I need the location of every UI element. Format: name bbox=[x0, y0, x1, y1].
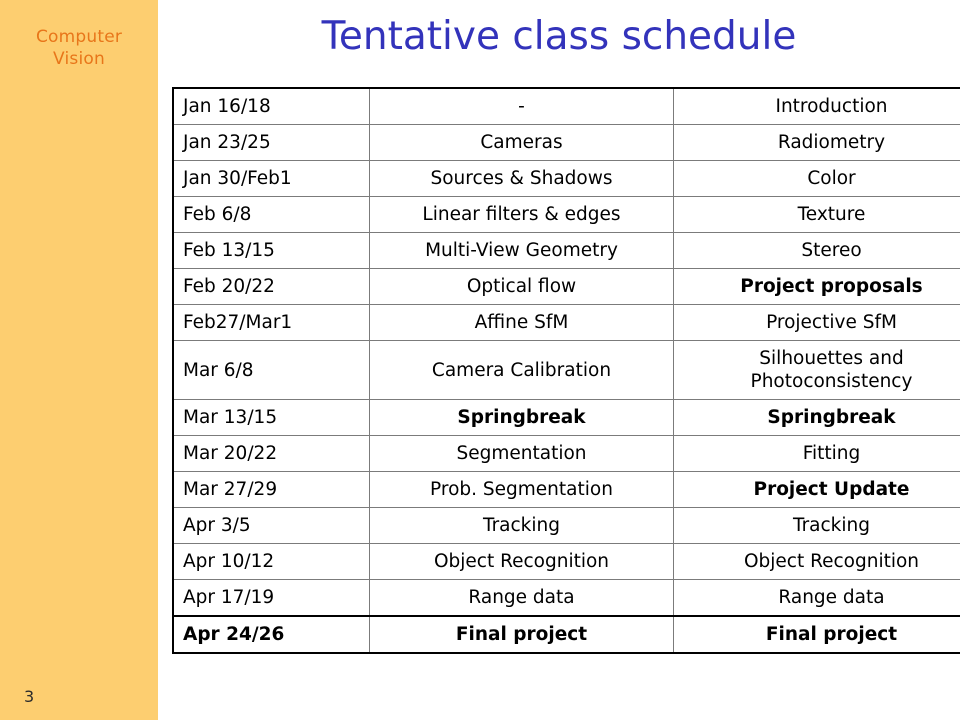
slide: Computer Vision 3 Tentative class schedu… bbox=[0, 0, 960, 720]
schedule-cell-monday: Optical flow bbox=[369, 268, 674, 305]
table-row: Feb27/Mar1 Affine SfM Projective SfM bbox=[172, 304, 960, 341]
page-title: Tentative class schedule bbox=[321, 14, 797, 59]
schedule-cell-wednesday: Stereo bbox=[673, 232, 960, 269]
schedule-cell-monday: Multi-View Geometry bbox=[369, 232, 674, 269]
table-row: Apr 10/12 Object Recognition Object Recogn… bbox=[172, 543, 960, 580]
schedule-cell-monday: Camera Calibration bbox=[369, 340, 674, 400]
schedule-cell-date: Mar 27/29 bbox=[172, 471, 370, 508]
schedule-table-wrapper: Jan 16/18- Introduction Jan 23/25 Cameras Ra… bbox=[172, 87, 960, 654]
table-row: Mar 13/15 Springbreak Springbreak bbox=[172, 399, 960, 436]
schedule-cell-wednesday: Range data bbox=[673, 579, 960, 617]
table-row: Mar 27/29 Prob. Segmentation Project Updat… bbox=[172, 471, 960, 508]
course-brand-line2: Vision bbox=[53, 49, 105, 69]
table-row: Feb 13/15 Multi-View Geometry Stereo bbox=[172, 232, 960, 269]
course-brand: Computer Vision bbox=[0, 26, 158, 70]
schedule-cell-monday: - bbox=[369, 87, 674, 125]
table-row: Jan 16/18- Introduction bbox=[172, 87, 960, 125]
table-row: Jan 23/25 Cameras Radiometry bbox=[172, 124, 960, 161]
schedule-cell-wednesday-line1: Silhouettes and bbox=[759, 348, 904, 369]
schedule-cell-date: Jan 30/Feb1 bbox=[172, 160, 370, 197]
slide-number: 3 bbox=[24, 687, 35, 706]
table-row: Apr 24/26 Final project Final project bbox=[172, 615, 960, 654]
table-row: Apr 3/5 Tracking Tracking bbox=[172, 507, 960, 544]
schedule-cell-wednesday: Projective SfM bbox=[673, 304, 960, 341]
schedule-cell-date: Feb 20/22 bbox=[172, 268, 370, 305]
table-row: Jan 30/Feb1 Sources & Shadows Color bbox=[172, 160, 960, 197]
schedule-cell-date: Mar 20/22 bbox=[172, 435, 370, 472]
sidebar-band: Computer Vision 3 bbox=[0, 0, 158, 720]
schedule-cell-monday: Prob. Segmentation bbox=[369, 471, 674, 508]
table-row: Feb 20/22 Optical flow Project proposals bbox=[172, 268, 960, 305]
schedule-cell-wednesday: Color bbox=[673, 160, 960, 197]
course-brand-line1: Computer bbox=[35, 27, 123, 47]
schedule-cell-wednesday: Silhouettes and Photoconsistency bbox=[673, 340, 960, 400]
schedule-cell-monday: Springbreak bbox=[369, 399, 674, 436]
schedule-cell-date: Mar 13/15 bbox=[172, 399, 370, 436]
schedule-cell-wednesday-line2: Photoconsistency bbox=[750, 371, 913, 392]
schedule-cell-date: Apr 17/19 bbox=[172, 579, 370, 617]
schedule-cell-monday: Object Recognition bbox=[369, 543, 674, 580]
schedule-cell-wednesday: Radiometry bbox=[673, 124, 960, 161]
schedule-cell-monday: Segmentation bbox=[369, 435, 674, 472]
table-row: Apr 17/19 Range data Range data bbox=[172, 579, 960, 617]
schedule-cell-wednesday: Final project bbox=[673, 615, 960, 654]
schedule-cell-monday: Cameras bbox=[369, 124, 674, 161]
table-row: Feb 6/8 Linear filters & edges Texture bbox=[172, 196, 960, 233]
schedule-cell-date: Apr 24/26 bbox=[172, 615, 370, 654]
schedule-cell-wednesday: Introduction bbox=[673, 87, 960, 125]
schedule-cell-date: Jan 16/18 bbox=[172, 87, 370, 125]
schedule-cell-monday: Final project bbox=[369, 615, 674, 654]
schedule-cell-monday: Sources & Shadows bbox=[369, 160, 674, 197]
schedule-cell-date: Mar 6/8 bbox=[172, 340, 370, 400]
schedule-cell-wednesday: Project Update bbox=[673, 471, 960, 508]
schedule-cell-wednesday: Tracking bbox=[673, 507, 960, 544]
schedule-cell-monday: Tracking bbox=[369, 507, 674, 544]
schedule-cell-wednesday: Springbreak bbox=[673, 399, 960, 436]
schedule-cell-monday: Affine SfM bbox=[369, 304, 674, 341]
schedule-cell-date: Apr 3/5 bbox=[172, 507, 370, 544]
schedule-cell-date: Feb 13/15 bbox=[172, 232, 370, 269]
schedule-cell-date: Feb 6/8 bbox=[172, 196, 370, 233]
schedule-cell-monday: Range data bbox=[369, 579, 674, 617]
schedule-cell-wednesday: Texture bbox=[673, 196, 960, 233]
schedule-cell-date: Jan 23/25 bbox=[172, 124, 370, 161]
schedule-cell-monday: Linear filters & edges bbox=[369, 196, 674, 233]
schedule-cell-wednesday: Object Recognition bbox=[673, 543, 960, 580]
schedule-cell-wednesday: Project proposals bbox=[673, 268, 960, 305]
schedule-cell-date: Feb27/Mar1 bbox=[172, 304, 370, 341]
table-row: Mar 20/22 Segmentation Fitting bbox=[172, 435, 960, 472]
schedule-cell-date: Apr 10/12 bbox=[172, 543, 370, 580]
table-row: Mar 6/8 Camera Calibration Silhouettes and… bbox=[172, 340, 960, 400]
schedule-table: Jan 16/18- Introduction Jan 23/25 Cameras Ra… bbox=[172, 87, 960, 654]
schedule-cell-wednesday: Fitting bbox=[673, 435, 960, 472]
